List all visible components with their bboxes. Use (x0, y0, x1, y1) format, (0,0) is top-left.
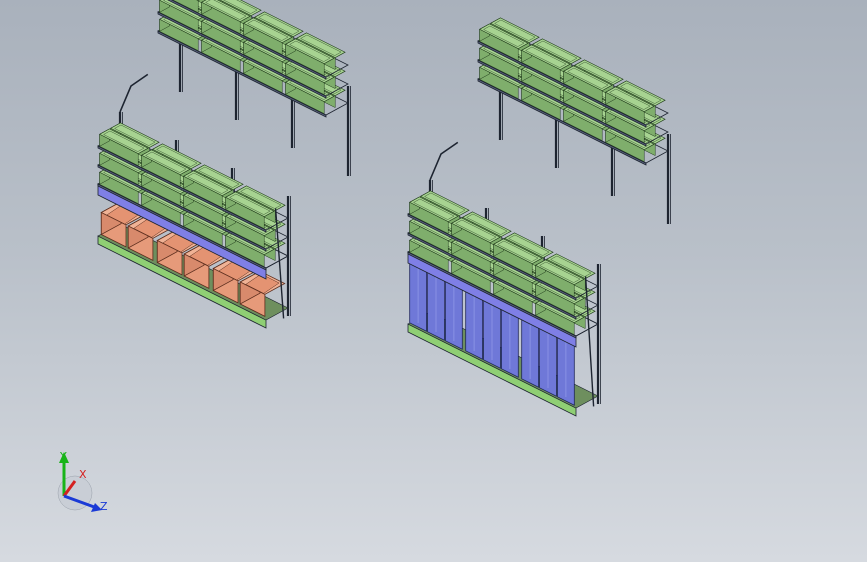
safety-handrail (429, 141, 459, 181)
cad-viewport[interactable]: Y X Z (0, 0, 867, 562)
safety-handrail (119, 73, 149, 113)
end-brace (584, 276, 595, 407)
left-shelving-rack (97, 0, 351, 329)
right-shelving-rack (407, 17, 671, 417)
shelving-assembly-scene (97, 0, 671, 417)
